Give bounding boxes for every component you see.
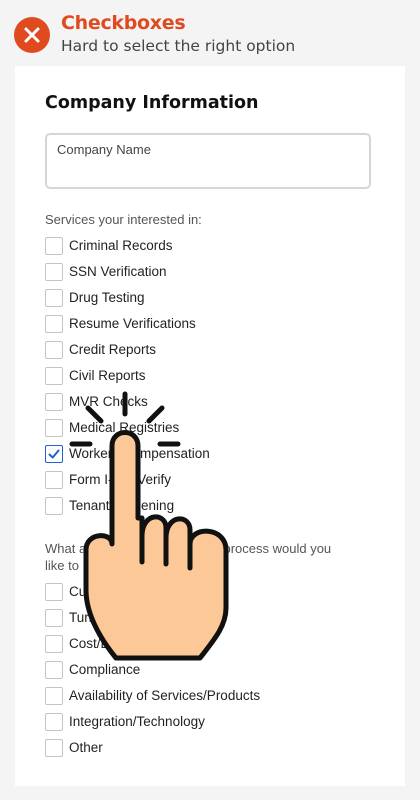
company-name-label: Company Name xyxy=(57,142,151,157)
aspect-option-checkbox[interactable] xyxy=(45,687,63,705)
service-option-label: Drug Testing xyxy=(69,290,145,305)
service-option-row[interactable]: Drug Testing xyxy=(45,289,365,309)
aspect-option-checkbox[interactable] xyxy=(45,583,63,601)
service-option-checkbox[interactable] xyxy=(45,367,63,385)
page-title: Checkboxes xyxy=(61,12,186,34)
service-option-label: SSN Verification xyxy=(69,264,167,279)
aspect-option-checkbox[interactable] xyxy=(45,713,63,731)
service-option-label: Credit Reports xyxy=(69,342,157,357)
page-subtitle: Hard to select the right option xyxy=(61,37,296,55)
service-option-checkbox[interactable] xyxy=(45,393,63,411)
service-option-checkbox[interactable] xyxy=(45,497,63,515)
service-option-row[interactable]: SSN Verification xyxy=(45,263,365,283)
form-title: Company Information xyxy=(45,93,259,113)
aspect-option-row[interactable]: Integration/Technology xyxy=(45,713,365,733)
aspect-option-checkbox[interactable] xyxy=(45,609,63,627)
aspect-option-label: Other xyxy=(69,740,103,755)
service-option-checkbox[interactable] xyxy=(45,341,63,359)
service-option-label: Criminal Records xyxy=(69,238,173,253)
service-option-row[interactable]: Criminal Records xyxy=(45,237,365,257)
aspect-option-checkbox[interactable] xyxy=(45,661,63,679)
aspect-option-row[interactable]: Other xyxy=(45,739,365,759)
aspect-option-checkbox[interactable] xyxy=(45,635,63,653)
service-option-checkbox[interactable] xyxy=(45,289,63,307)
page-header: Checkboxes Hard to select the right opti… xyxy=(14,12,414,56)
aspect-option-row[interactable]: Availability of Services/Products xyxy=(45,687,365,707)
service-option-checkbox[interactable] xyxy=(45,445,63,463)
checkmark-icon xyxy=(48,449,60,459)
aspect-option-label: Integration/Technology xyxy=(69,714,205,729)
services-question: Services your interested in: xyxy=(45,212,202,227)
service-option-label: Civil Reports xyxy=(69,368,146,383)
close-x-icon xyxy=(14,17,50,53)
company-name-input[interactable]: Company Name xyxy=(45,133,371,189)
service-option-label: Resume Verifications xyxy=(69,316,196,331)
aspect-option-checkbox[interactable] xyxy=(45,739,63,757)
service-option-row[interactable]: Resume Verifications xyxy=(45,315,365,335)
service-option-checkbox[interactable] xyxy=(45,315,63,333)
service-option-checkbox[interactable] xyxy=(45,419,63,437)
service-option-row[interactable]: Civil Reports xyxy=(45,367,365,387)
aspect-option-label: Availability of Services/Products xyxy=(69,688,261,703)
service-option-row[interactable]: Credit Reports xyxy=(45,341,365,361)
service-option-checkbox[interactable] xyxy=(45,263,63,281)
pointing-hand-icon xyxy=(69,391,229,661)
service-option-checkbox[interactable] xyxy=(45,237,63,255)
service-option-checkbox[interactable] xyxy=(45,471,63,489)
